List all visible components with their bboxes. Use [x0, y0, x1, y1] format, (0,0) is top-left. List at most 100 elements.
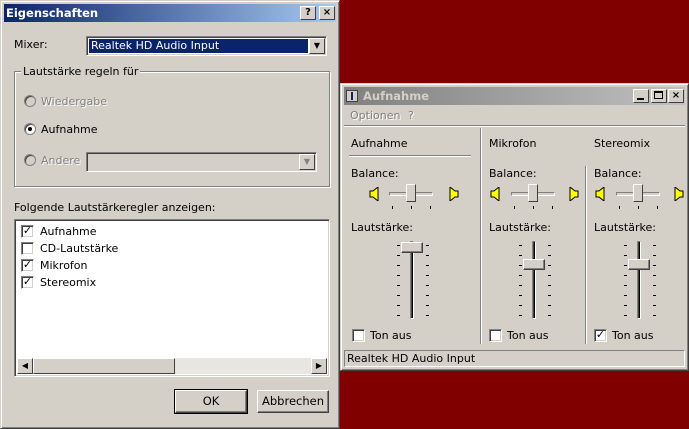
mute-checkbox[interactable] [594, 329, 607, 342]
volume-tick [426, 295, 429, 296]
volume-tick [426, 255, 429, 256]
chevron-down-icon[interactable]: ▼ [309, 38, 325, 54]
eigenschaften-dialog: Eigenschaften ? × Mixer: Realtek HD Audi… [0, 0, 340, 429]
scroll-thumb[interactable] [33, 358, 175, 374]
channel-name: Aufnahme [351, 137, 408, 150]
volume-tick [624, 295, 627, 296]
balance-slider-thumb[interactable] [528, 184, 538, 202]
volume-tick [624, 305, 627, 306]
volume-slider-thumb[interactable] [523, 259, 545, 270]
channel-mikrofon: Mikrofon Balance: Lautstärke: Ton aus [484, 128, 584, 344]
maximize-icon[interactable] [651, 89, 667, 103]
scroll-left-icon[interactable]: ◀ [17, 358, 33, 374]
horizontal-scrollbar[interactable]: ◀ ▶ [17, 358, 327, 374]
speaker-right-icon [569, 187, 579, 201]
volume-tick [548, 315, 551, 316]
mixer-controls-list[interactable]: Aufnahme CD-Lautstärke Mikrofon Stereomi… [14, 219, 330, 377]
mixer-label: Mixer: [14, 38, 48, 51]
volume-control-group-title: Lautstärke regeln für [21, 65, 141, 78]
volume-tick [624, 285, 627, 286]
eigenschaften-titlebar[interactable]: Eigenschaften ? × [4, 4, 336, 22]
volume-tick [548, 255, 551, 256]
balance-tick [552, 206, 553, 209]
menu-bar: Optionen ? [344, 106, 685, 124]
volume-tick [548, 275, 551, 276]
balance-label: Balance: [351, 167, 399, 180]
volume-tick [653, 245, 656, 246]
speaker-left-icon [490, 187, 500, 201]
balance-tick [392, 206, 393, 209]
cancel-button[interactable]: Abbrechen [257, 390, 329, 413]
list-item-checkbox[interactable] [21, 225, 34, 238]
volume-tick [653, 265, 656, 266]
radio-aufnahme-label: Aufnahme [41, 123, 98, 136]
list-item-label: Aufnahme [40, 225, 97, 238]
list-label: Folgende Lautstärkeregler anzeigen: [14, 201, 216, 214]
volume-tick [624, 245, 627, 246]
balance-label: Balance: [489, 167, 537, 180]
mixer-select[interactable]: Realtek HD Audio Input ▼ [86, 36, 327, 56]
channel-name: Stereomix [594, 137, 651, 150]
volume-tick [519, 255, 522, 256]
list-item-checkbox[interactable] [21, 259, 34, 272]
aufnahme-title: Aufnahme [363, 89, 430, 103]
volume-tick [519, 275, 522, 276]
andere-select[interactable]: ▼ [86, 152, 317, 172]
list-item-label: CD-Lautstärke [40, 242, 119, 255]
balance-tick [533, 206, 534, 209]
aufnahme-titlebar[interactable]: Aufnahme × [344, 87, 685, 105]
channel-stereomix: Stereomix Balance: Lautstärke: Ton aus [589, 128, 687, 344]
radio-aufnahme[interactable] [24, 123, 36, 135]
list-item-checkbox[interactable] [21, 276, 34, 289]
volume-tick [624, 255, 627, 256]
volume-tick [548, 245, 551, 246]
volume-tick [519, 305, 522, 306]
mixer-select-value: Realtek HD Audio Input [89, 39, 308, 53]
menu-help[interactable]: ? [408, 109, 414, 122]
close-button[interactable]: × [319, 6, 335, 20]
volume-slider-thumb[interactable] [628, 259, 650, 270]
volume-slider-thumb[interactable] [401, 242, 423, 253]
volume-label: Lautstärke: [351, 221, 413, 234]
minimize-icon[interactable] [633, 89, 649, 103]
balance-tick [638, 206, 639, 209]
menu-optionen[interactable]: Optionen [350, 109, 400, 122]
radio-andere[interactable] [24, 154, 36, 166]
ok-button[interactable]: OK [174, 389, 248, 414]
list-item-label: Mikrofon [40, 259, 88, 272]
balance-slider-thumb[interactable] [406, 184, 416, 202]
speaker-right-icon [674, 187, 684, 201]
volume-tick [397, 295, 400, 296]
balance-slider-thumb[interactable] [633, 184, 643, 202]
volume-tick [653, 295, 656, 296]
status-bar: Realtek HD Audio Input [344, 350, 685, 367]
volume-tick [397, 265, 400, 266]
balance-tick [430, 206, 431, 209]
help-button[interactable]: ? [300, 6, 316, 20]
volume-tick [653, 315, 656, 316]
volume-slider-track[interactable] [532, 241, 536, 319]
mute-checkbox[interactable] [352, 329, 365, 342]
volume-tick [426, 265, 429, 266]
volume-tick [426, 275, 429, 276]
scroll-right-icon[interactable]: ▶ [311, 358, 327, 374]
volume-tick [519, 285, 522, 286]
channel-name: Mikrofon [489, 137, 537, 150]
list-item-checkbox[interactable] [21, 242, 34, 255]
speaker-right-icon [449, 187, 459, 201]
volume-tick [548, 295, 551, 296]
list-item-label: Stereomix [40, 276, 97, 289]
volume-tick [397, 315, 400, 316]
volume-slider-track[interactable] [637, 241, 641, 319]
chevron-down-icon[interactable]: ▼ [299, 154, 315, 170]
volume-tick [397, 245, 400, 246]
mixer-app-icon [346, 90, 358, 102]
mute-checkbox[interactable] [489, 329, 502, 342]
volume-tick [519, 245, 522, 246]
close-icon[interactable]: × [668, 89, 684, 103]
radio-wiedergabe[interactable] [24, 95, 36, 107]
volume-tick [397, 255, 400, 256]
balance-tick [411, 206, 412, 209]
volume-tick [519, 265, 522, 266]
balance-tick [514, 206, 515, 209]
